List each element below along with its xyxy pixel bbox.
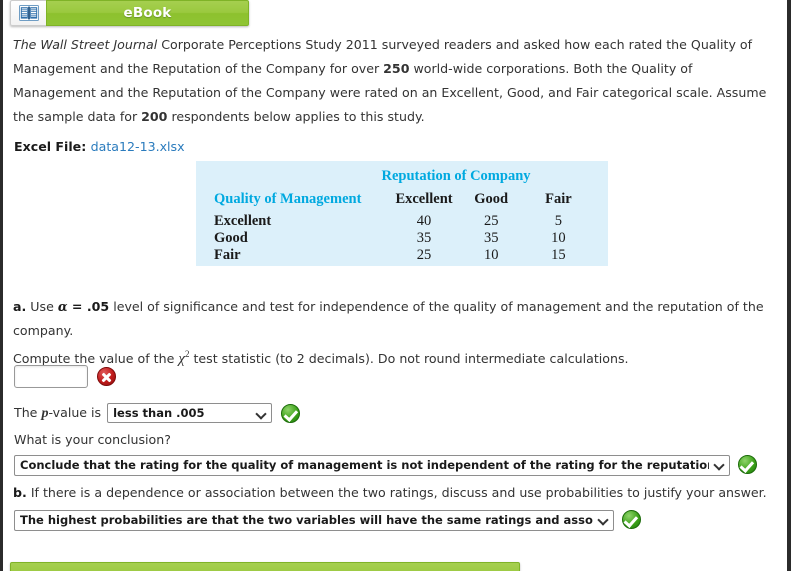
conclusion-row: Conclude that the rating for the quality… (14, 454, 757, 476)
table-row-label: Excellent (214, 213, 272, 229)
assignment-content-pane: eBook The Wall Street Journal Corporate … (3, 0, 787, 571)
compute-text-2: test statistic (to 2 decimals). Do not r… (189, 351, 629, 366)
green-check-correct-icon (622, 510, 641, 530)
table-col-header-excellent: Excellent (395, 191, 453, 207)
p-value-select-wrap[interactable]: less than .005 (107, 403, 273, 423)
p-value-select[interactable]: less than .005 (107, 403, 273, 423)
publication-name: The Wall Street Journal (13, 37, 158, 52)
part-b-select-wrap[interactable]: The highest probabilities are that the t… (14, 509, 614, 531)
green-check-correct-icon (281, 403, 301, 423)
table-cell: 15 (551, 247, 566, 263)
table-row: Excellent 40 25 5 (214, 213, 592, 230)
conclusion-select-wrap[interactable]: Conclude that the rating for the quality… (14, 454, 730, 476)
part-b-row: The highest probabilities are that the t… (14, 509, 641, 531)
p-value-label-pre: The (14, 404, 42, 420)
table-row: Fair 25 10 15 (214, 247, 592, 264)
part-b-select[interactable]: The highest probabilities are that the t… (14, 509, 614, 531)
part-a-text-1: Use (26, 299, 58, 314)
p-value-label-post: -value is (48, 404, 102, 420)
table-row-header-label: Quality of Management (214, 191, 362, 207)
table-cell: 25 (483, 213, 499, 229)
table-cell: 25 (416, 247, 432, 263)
open-book-icon[interactable] (10, 0, 46, 26)
red-x-error-icon (97, 367, 116, 386)
table-grid: Quality of Management Excellent Good Fai… (214, 191, 592, 264)
part-a-text-2: level of significance and test for indep… (13, 299, 764, 338)
table-col-header-fair: Fair (545, 191, 572, 207)
problem-statement: The Wall Street Journal Corporate Percep… (13, 33, 779, 129)
green-check-correct-icon (738, 455, 757, 475)
bottom-action-bar[interactable] (10, 562, 520, 571)
chi-symbol: χ2 (178, 349, 189, 367)
sample-size-250: 250 (383, 61, 410, 76)
part-b-marker: b. (13, 485, 27, 500)
intro-text-3: respondents below applies to this study. (167, 109, 425, 124)
ebook-button-group[interactable]: eBook (10, 0, 249, 26)
conclusion-question-label: What is your conclusion? (14, 432, 171, 447)
table-cell: 35 (483, 230, 499, 246)
table-row: Good 35 35 10 (214, 230, 592, 247)
table-cell: 5 (554, 213, 563, 229)
table-header-row: Quality of Management Excellent Good Fai… (214, 191, 592, 213)
table-col-header-good: Good (474, 191, 509, 207)
ebook-button[interactable]: eBook (46, 0, 249, 26)
excel-file-label: Excel File: (14, 139, 87, 154)
table-cell: 35 (416, 230, 432, 246)
sample-size-200: 200 (141, 109, 168, 124)
alpha-symbol: α (57, 299, 68, 314)
part-b-question: b. If there is a dependence or associati… (13, 485, 779, 500)
p-value-row: The p-value is less than .005 (14, 403, 301, 423)
excel-file-line: Excel File: data12-13.xlsx (14, 139, 185, 154)
part-a-marker: a. (13, 299, 27, 314)
excel-file-link[interactable]: data12-13.xlsx (91, 139, 185, 154)
chi-glyph: χ (178, 351, 185, 367)
compute-text-1: Compute the value of the (13, 351, 179, 366)
table-cell: 10 (483, 247, 499, 263)
chi-square-input[interactable] (14, 365, 88, 388)
conclusion-select[interactable]: Conclude that the rating for the quality… (14, 454, 730, 476)
alpha-value: = .05 (67, 299, 110, 314)
page-outer-margin (791, 0, 797, 571)
table-cell: 10 (551, 230, 566, 246)
part-a-question: a. Use α = .05 level of significance and… (13, 295, 779, 343)
table-row-label: Fair (214, 247, 241, 263)
table-super-header: Reputation of Company (381, 168, 531, 184)
chi-square-answer-row (14, 365, 116, 388)
table-cell: 40 (416, 213, 432, 229)
p-value-label: The p-value is (14, 405, 101, 422)
part-b-text: If there is a dependence or association … (26, 485, 767, 500)
contingency-table: Reputation of Company Quality of Managem… (196, 161, 608, 266)
table-row-label: Good (214, 230, 248, 246)
